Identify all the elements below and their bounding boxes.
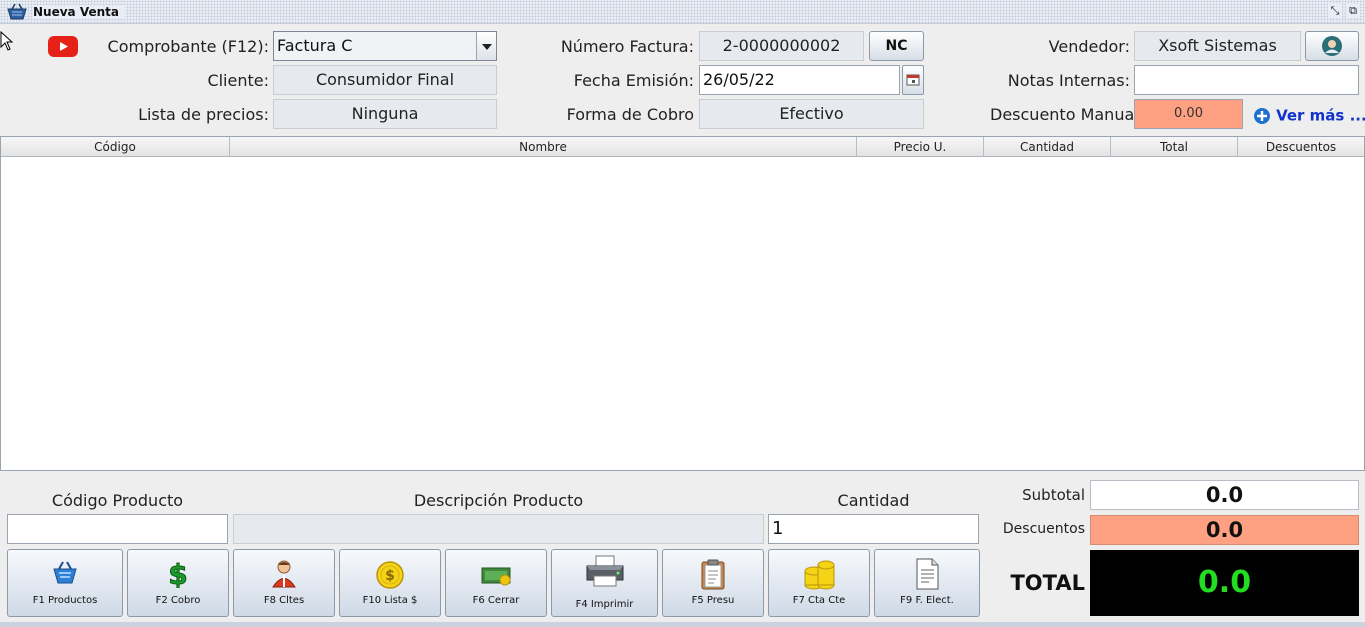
fecha-emision-input[interactable]: 26/05/22	[699, 65, 900, 95]
user-avatar-icon	[1322, 36, 1342, 56]
f9-f-elect-button[interactable]: F9 F. Elect.	[874, 549, 980, 617]
cliente-label: Cliente:	[207, 71, 269, 90]
subtotal-label: Subtotal	[1022, 486, 1085, 504]
vendedor-label: Vendedor:	[1048, 37, 1130, 56]
numero-factura-field: 2-0000000002	[699, 31, 864, 61]
cantidad-label: Cantidad	[837, 491, 910, 510]
lista-precios-field[interactable]: Ninguna	[273, 99, 497, 129]
f10-lista-button[interactable]: $ F10 Lista $	[339, 549, 441, 617]
window-bottom-border	[0, 622, 1365, 627]
total-label: TOTAL	[1010, 571, 1085, 595]
window-titlebar[interactable]: Nueva Venta ⤡ ⧉	[0, 0, 1365, 24]
dollar-icon: $	[168, 558, 188, 588]
svg-text:$: $	[385, 568, 395, 584]
restore-icon[interactable]: ⤡	[1328, 4, 1342, 18]
f4-imprimir-button[interactable]: F4 Imprimir	[551, 549, 658, 617]
numero-factura-label: Número Factura:	[560, 37, 694, 56]
f1-productos-label: F1 Productos	[32, 595, 98, 606]
nc-button[interactable]: NC	[869, 31, 924, 61]
forma-cobro-field[interactable]: Efectivo	[699, 99, 924, 129]
comprobante-value: Factura C	[277, 36, 353, 55]
chevron-down-icon[interactable]	[476, 32, 496, 60]
f7-cta-cte-button[interactable]: F7 Cta Cte	[768, 549, 870, 617]
comprobante-select[interactable]: Factura C	[273, 31, 497, 61]
column-header-total[interactable]: Total	[1111, 137, 1238, 157]
f1-productos-button[interactable]: F1 Productos	[7, 549, 123, 617]
f6-cerrar-label: F6 Cerrar	[472, 595, 520, 606]
lista-precios-label: Lista de precios:	[138, 105, 269, 124]
ver-mas-label: Ver más ...	[1276, 106, 1365, 125]
svg-text:$: $	[168, 558, 187, 588]
maximize-icon[interactable]: ⧉	[1346, 4, 1360, 18]
plus-circle-icon	[1254, 107, 1270, 124]
column-header-codigo[interactable]: Código	[1, 137, 230, 157]
f7-cta-cte-label: F7 Cta Cte	[792, 595, 846, 606]
column-header-descuentos[interactable]: Descuentos	[1238, 137, 1364, 157]
shopping-basket-icon	[7, 3, 27, 20]
table-header: Código Nombre Precio U. Cantidad Total D…	[1, 137, 1364, 157]
calendar-icon	[906, 74, 920, 86]
descripcion-producto-field	[233, 514, 764, 544]
notas-internas-label: Notas Internas:	[1007, 71, 1130, 90]
fecha-emision-label: Fecha Emisión:	[573, 71, 694, 90]
column-header-nombre[interactable]: Nombre	[230, 137, 857, 157]
mouse-cursor-icon	[0, 31, 14, 51]
total-value: 0.0	[1090, 550, 1359, 616]
cantidad-input[interactable]: 1	[768, 514, 979, 544]
items-table[interactable]: Código Nombre Precio U. Cantidad Total D…	[0, 136, 1365, 471]
f10-lista-label: F10 Lista $	[362, 595, 418, 606]
descuento-manual-label: Descuento Manual	[990, 105, 1139, 124]
clipboard-icon	[701, 559, 725, 590]
calendar-button[interactable]	[902, 65, 924, 95]
vendedor-field: Xsoft Sistemas	[1134, 31, 1301, 61]
printer-icon	[586, 555, 623, 587]
coins-stack-icon	[804, 560, 835, 590]
basket-icon	[53, 561, 77, 584]
descuento-manual-input[interactable]: 0.00	[1134, 99, 1243, 129]
window-title: Nueva Venta	[33, 5, 125, 19]
f2-cobro-button[interactable]: $ F2 Cobro	[127, 549, 229, 617]
f4-imprimir-label: F4 Imprimir	[575, 599, 634, 610]
f5-presu-label: F5 Presu	[691, 595, 735, 606]
forma-cobro-label: Forma de Cobro	[566, 105, 694, 124]
column-header-cantidad[interactable]: Cantidad	[984, 137, 1111, 157]
descuentos-label: Descuentos	[1002, 521, 1085, 537]
notas-internas-input[interactable]	[1134, 65, 1359, 95]
cash-icon	[481, 567, 511, 586]
descripcion-producto-label: Descripción Producto	[413, 491, 584, 510]
person-icon	[272, 560, 296, 588]
comprobante-label: Comprobante (F12):	[107, 37, 269, 56]
subtotal-value: 0.0	[1090, 480, 1359, 510]
f2-cobro-label: F2 Cobro	[155, 595, 201, 606]
coin-icon: $	[376, 561, 404, 589]
f5-presu-button[interactable]: F5 Presu	[662, 549, 764, 617]
youtube-icon[interactable]	[48, 36, 78, 57]
codigo-producto-label: Código Producto	[51, 491, 184, 510]
f8-cltes-label: F8 Cltes	[263, 595, 305, 606]
ver-mas-link[interactable]: Ver más ...	[1253, 105, 1365, 125]
f8-cltes-button[interactable]: F8 Cltes	[233, 549, 335, 617]
f6-cerrar-button[interactable]: F6 Cerrar	[445, 549, 547, 617]
document-icon	[916, 558, 939, 590]
f9-f-elect-label: F9 F. Elect.	[900, 595, 954, 606]
column-header-precio[interactable]: Precio U.	[857, 137, 984, 157]
codigo-producto-input[interactable]	[7, 514, 228, 544]
cliente-field[interactable]: Consumidor Final	[273, 65, 497, 95]
descuentos-value: 0.0	[1090, 515, 1359, 545]
vendedor-select-button[interactable]	[1305, 31, 1359, 61]
